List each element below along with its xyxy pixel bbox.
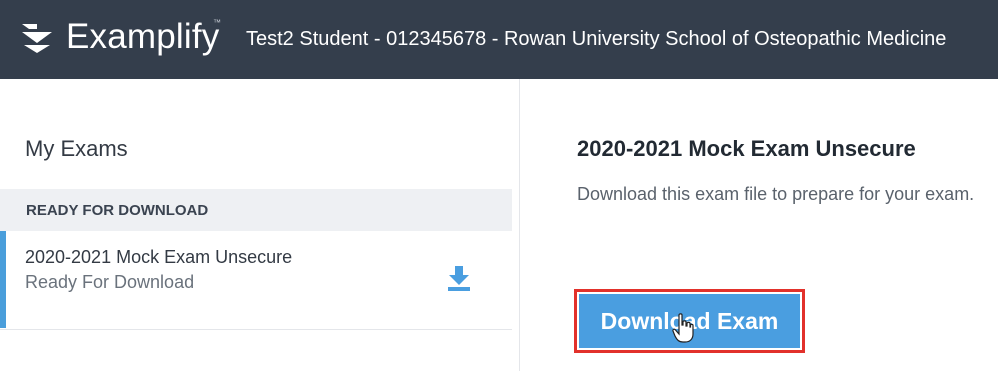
section-header: READY FOR DOWNLOAD [0, 189, 512, 231]
panel-divider [519, 79, 520, 371]
hand-cursor-icon [672, 313, 694, 343]
exam-list-panel: My Exams READY FOR DOWNLOAD 2020-2021 Mo… [0, 79, 512, 371]
trademark-symbol: ™ [213, 18, 221, 27]
section-header-label: READY FOR DOWNLOAD [26, 202, 209, 219]
exam-detail-title: 2020-2021 Mock Exam Unsecure [577, 136, 916, 161]
exam-item-status: Ready For Download [25, 272, 195, 292]
panel-title: My Exams [25, 136, 128, 161]
exam-list-item[interactable]: 2020-2021 Mock Exam Unsecure Ready For D… [0, 231, 512, 330]
selected-indicator [0, 231, 6, 328]
exam-item-name: 2020-2021 Mock Exam Unsecure [25, 247, 293, 267]
examplify-logo-icon [22, 24, 52, 53]
brand-name: Examplify [66, 17, 220, 56]
download-icon[interactable] [446, 264, 472, 292]
exam-detail-description: Download this exam file to prepare for y… [577, 184, 975, 204]
user-info: Test2 Student - 012345678 - Rowan Univer… [246, 28, 947, 50]
top-bar: Examplify ™ Test2 Student - 012345678 - … [0, 0, 998, 79]
